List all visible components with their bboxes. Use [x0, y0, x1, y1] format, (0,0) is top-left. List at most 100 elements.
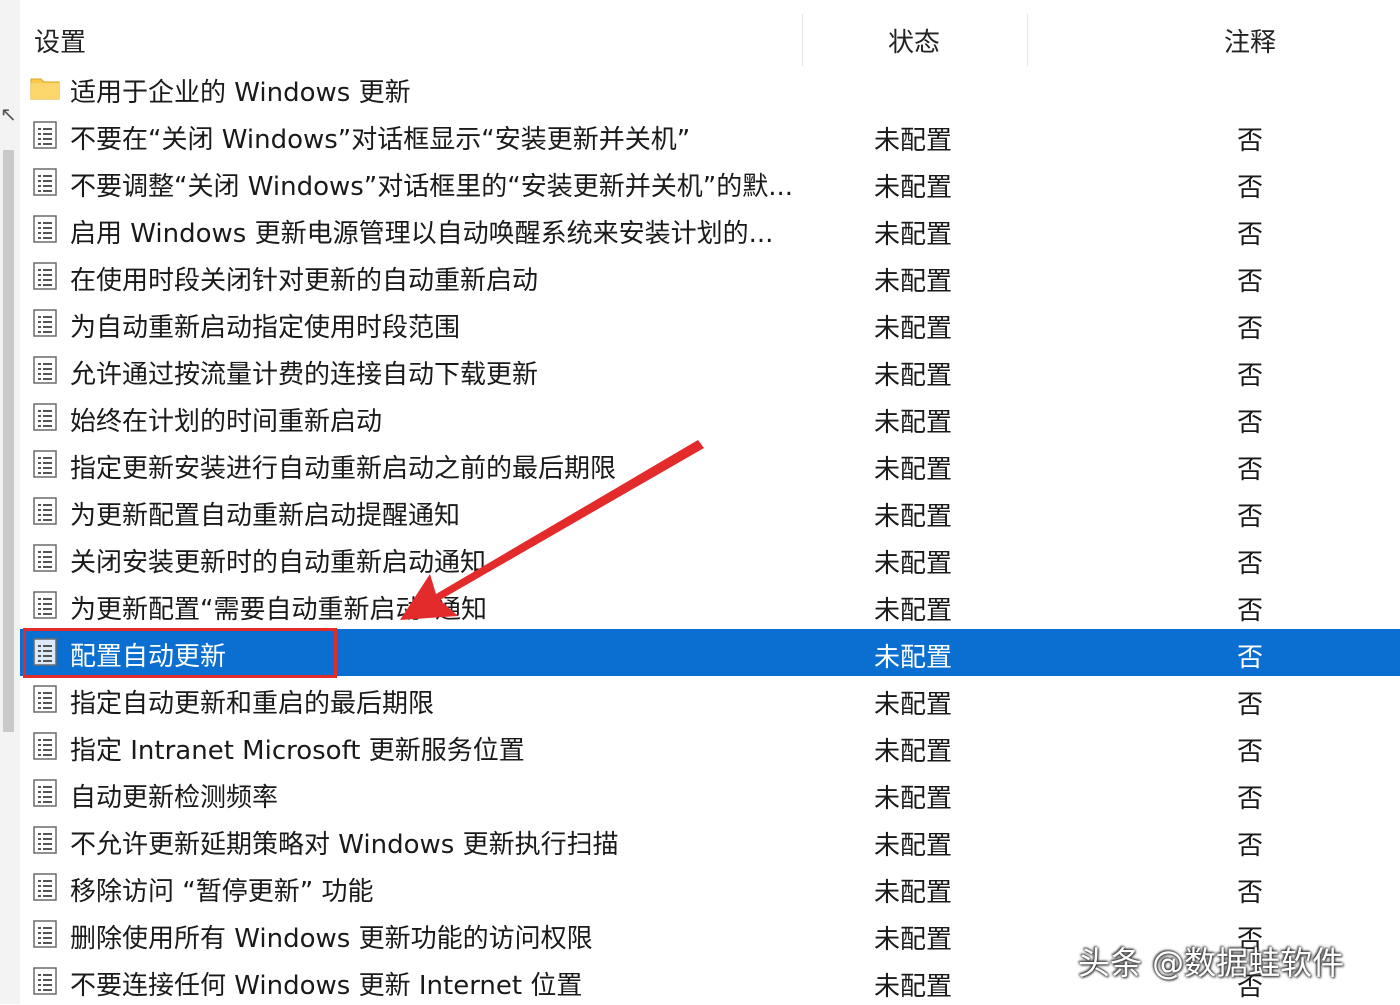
table-row[interactable]: 允许通过按流量计费的连接自动下载更新 未配置 否 [20, 347, 1400, 394]
row-status: 未配置 [874, 173, 953, 203]
row-status: 未配置 [874, 831, 953, 861]
watermark: 头条 @数据蛙软件 [1078, 944, 1345, 982]
table-row[interactable]: 指定自动更新和重启的最后期限 未配置 否 [20, 676, 1400, 723]
row-setting-name: 启用 Windows 更新电源管理以自动唤醒系统来安装计划的... [70, 219, 774, 249]
column-header-status[interactable]: 状态 [888, 22, 940, 59]
table-row[interactable]: 为更新配置“需要自动重新启动”通知 未配置 否 [20, 582, 1400, 629]
folder-label: 适用于企业的 Windows 更新 [70, 78, 411, 108]
row-setting-name: 关闭安装更新时的自动重新启动通知 [70, 548, 487, 578]
table-row[interactable]: 指定 Intranet Microsoft 更新服务位置 未配置 否 [20, 723, 1400, 770]
policy-setting-icon [33, 403, 57, 431]
row-status: 未配置 [874, 643, 953, 673]
table-row[interactable]: 移除访问 “暂停更新” 功能 未配置 否 [20, 864, 1400, 911]
table-row[interactable]: 为自动重新启动指定使用时段范围 未配置 否 [20, 300, 1400, 347]
policy-setting-icon [33, 591, 57, 619]
row-note: 否 [1237, 267, 1264, 297]
row-note: 否 [1237, 549, 1264, 579]
row-status: 未配置 [874, 455, 953, 485]
row-status: 未配置 [874, 784, 953, 814]
row-setting-name: 为更新配置自动重新启动提醒通知 [70, 501, 461, 531]
row-setting-name: 移除访问 “暂停更新” 功能 [70, 877, 374, 907]
column-header: 设置 状态 注释 [20, 0, 1400, 70]
row-note: 否 [1237, 361, 1264, 391]
policy-setting-icon [33, 121, 57, 149]
table-row[interactable]: 指定更新安装进行自动重新启动之前的最后期限 未配置 否 [20, 441, 1400, 488]
table-row[interactable]: 为更新配置自动重新启动提醒通知 未配置 否 [20, 488, 1400, 535]
policy-setting-icon [33, 920, 57, 948]
policy-setting-icon [33, 779, 57, 807]
row-note: 否 [1237, 784, 1264, 814]
row-note: 否 [1237, 173, 1264, 203]
row-note: 否 [1237, 690, 1264, 720]
policy-setting-icon [33, 732, 57, 760]
column-header-setting[interactable]: 设置 [34, 22, 86, 59]
row-status: 未配置 [874, 267, 953, 297]
row-status: 未配置 [874, 690, 953, 720]
row-status: 未配置 [874, 502, 953, 532]
policy-setting-icon [33, 262, 57, 290]
policy-setting-icon [33, 497, 57, 525]
table-row[interactable]: 在使用时段关闭针对更新的自动重新启动 未配置 否 [20, 253, 1400, 300]
table-row[interactable]: 不要在“关闭 Windows”对话框显示“安装更新并关机” 未配置 否 [20, 112, 1400, 159]
scroll-arrow-icon[interactable]: ↖ [0, 104, 17, 124]
row-setting-name: 允许通过按流量计费的连接自动下载更新 [70, 360, 539, 390]
folder-row[interactable]: 适用于企业的 Windows 更新 [20, 65, 1400, 112]
row-note: 否 [1237, 455, 1264, 485]
table-row[interactable]: 不允许更新延期策略对 Windows 更新执行扫描 未配置 否 [20, 817, 1400, 864]
policy-setting-icon [33, 215, 57, 243]
row-setting-name: 指定更新安装进行自动重新启动之前的最后期限 [70, 454, 617, 484]
policy-setting-icon [33, 544, 57, 572]
row-status: 未配置 [874, 925, 953, 955]
row-setting-name: 不允许更新延期策略对 Windows 更新执行扫描 [70, 830, 619, 860]
row-setting-name: 指定自动更新和重启的最后期限 [70, 689, 435, 719]
row-setting-name: 指定 Intranet Microsoft 更新服务位置 [70, 736, 525, 766]
scrollbar-thumb[interactable] [3, 150, 14, 732]
column-divider[interactable] [802, 14, 803, 66]
row-status: 未配置 [874, 361, 953, 391]
row-setting-name: 在使用时段关闭针对更新的自动重新启动 [70, 266, 539, 296]
folder-icon [30, 78, 60, 100]
policy-setting-icon [33, 685, 57, 713]
table-row[interactable]: 关闭安装更新时的自动重新启动通知 未配置 否 [20, 535, 1400, 582]
left-panel-scrollbar[interactable]: ↖ [0, 0, 20, 1004]
row-note: 否 [1237, 314, 1264, 344]
row-note: 否 [1237, 408, 1264, 438]
row-status: 未配置 [874, 408, 953, 438]
column-header-note[interactable]: 注释 [1224, 22, 1276, 59]
table-row[interactable]: 启用 Windows 更新电源管理以自动唤醒系统来安装计划的... 未配置 否 [20, 206, 1400, 253]
row-note: 否 [1237, 126, 1264, 156]
policy-setting-icon [33, 168, 57, 196]
row-status: 未配置 [874, 878, 953, 908]
table-row[interactable]: 始终在计划的时间重新启动 未配置 否 [20, 394, 1400, 441]
policy-list: 适用于企业的 Windows 更新 不要在“关闭 Windows”对话框显示“安… [20, 65, 1400, 1005]
policy-setting-icon [33, 450, 57, 478]
policy-setting-icon [33, 873, 57, 901]
policy-setting-icon [33, 967, 57, 995]
policy-setting-icon [33, 309, 57, 337]
row-status: 未配置 [874, 314, 953, 344]
row-status: 未配置 [874, 596, 953, 626]
row-status: 未配置 [874, 972, 953, 1002]
row-setting-name: 自动更新检测频率 [70, 783, 279, 813]
row-setting-name: 始终在计划的时间重新启动 [70, 407, 383, 437]
row-setting-name: 不要调整“关闭 Windows”对话框里的“安装更新并关机”的默... [70, 172, 793, 202]
row-note: 否 [1237, 643, 1264, 673]
row-status: 未配置 [874, 549, 953, 579]
row-setting-name: 删除使用所有 Windows 更新功能的访问权限 [70, 924, 593, 954]
row-setting-name: 为更新配置“需要自动重新启动”通知 [70, 595, 487, 625]
row-status: 未配置 [874, 126, 953, 156]
row-setting-name: 不要在“关闭 Windows”对话框显示“安装更新并关机” [70, 125, 691, 155]
table-row[interactable]: 自动更新检测频率 未配置 否 [20, 770, 1400, 817]
row-note: 否 [1237, 220, 1264, 250]
row-note: 否 [1237, 737, 1264, 767]
policy-setting-icon [33, 356, 57, 384]
row-note: 否 [1237, 596, 1264, 626]
policy-setting-icon [33, 826, 57, 854]
row-status: 未配置 [874, 737, 953, 767]
annotation-highlight-box [23, 628, 337, 678]
row-setting-name: 不要连接任何 Windows 更新 Internet 位置 [70, 971, 583, 1001]
column-divider[interactable] [1027, 14, 1028, 66]
row-setting-name: 为自动重新启动指定使用时段范围 [70, 313, 461, 343]
row-note: 否 [1237, 878, 1264, 908]
table-row[interactable]: 不要调整“关闭 Windows”对话框里的“安装更新并关机”的默... 未配置 否 [20, 159, 1400, 206]
